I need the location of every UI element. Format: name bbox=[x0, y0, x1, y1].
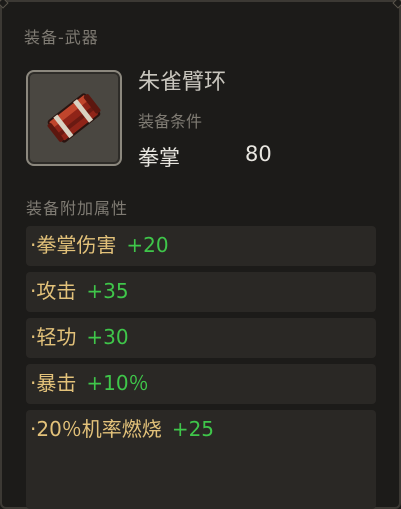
attribute-name: ·暴击 bbox=[30, 371, 77, 395]
attribute-value: +35 bbox=[86, 279, 129, 303]
attribute-value: +25 bbox=[171, 417, 215, 441]
attribute-value: +30 bbox=[86, 325, 129, 349]
requirement-value: 80 bbox=[245, 142, 272, 166]
corner-ornament-icon bbox=[392, 0, 401, 9]
attribute-name: ·轻功 bbox=[30, 325, 77, 349]
attribute-row: ·轻功 +30 bbox=[26, 318, 376, 358]
attribute-name: ·攻击 bbox=[30, 279, 77, 303]
item-icon-slot[interactable] bbox=[26, 70, 122, 166]
attribute-value: +10％ bbox=[86, 371, 149, 395]
requirement-label: 装备条件 bbox=[138, 112, 203, 131]
attribute-name: ·拳掌伤害 bbox=[30, 233, 117, 257]
requirement-stat: 拳掌 bbox=[138, 146, 180, 170]
corner-ornament-icon bbox=[0, 0, 9, 9]
attribute-row: ·拳掌伤害 +20 bbox=[26, 226, 376, 266]
attribute-row: ·暴击 +10％ bbox=[26, 364, 376, 404]
item-tooltip-panel: 装备-武器 朱雀臂环 装备条件 拳掌 80 装备附加属性 ·拳掌伤害 +20 ·攻… bbox=[0, 0, 401, 509]
attribute-name: ·20％机率燃烧 bbox=[30, 417, 162, 441]
attributes-header: 装备附加属性 bbox=[26, 199, 129, 218]
item-category: 装备-武器 bbox=[24, 28, 99, 47]
attribute-value: +20 bbox=[126, 233, 169, 257]
attribute-row: ·20％机率燃烧 +25 bbox=[26, 410, 376, 509]
attribute-row: ·攻击 +35 bbox=[26, 272, 376, 312]
item-name: 朱雀臂环 bbox=[138, 70, 227, 95]
red-armband-icon bbox=[47, 93, 101, 143]
